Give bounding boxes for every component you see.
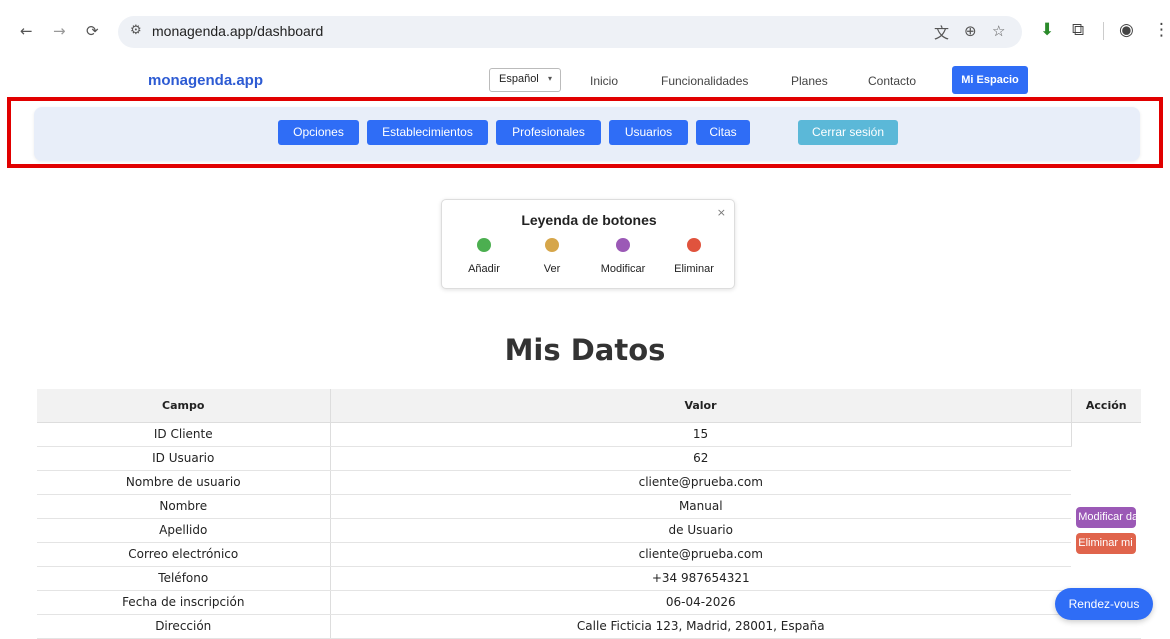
browser-toolbar: ← → ⟳ ⚙ monagenda.app/dashboard 文 ⊕ ☆ ⬇ … bbox=[0, 0, 1170, 62]
nav-link-contacto[interactable]: Contacto bbox=[868, 74, 916, 88]
legend-label: Modificar bbox=[600, 263, 646, 275]
legend-item-delete: Eliminar bbox=[659, 238, 729, 275]
button-legend: Leyenda de botones × Añadir Ver Modifica… bbox=[441, 199, 735, 289]
yellow-dot-icon bbox=[545, 238, 559, 252]
toolbar-divider bbox=[1103, 22, 1104, 40]
table-row: Fecha de inscripción 06-04-2026 bbox=[37, 590, 1141, 615]
value-cell: 62 bbox=[330, 446, 1071, 471]
translate-icon[interactable]: 文 bbox=[934, 22, 949, 43]
back-icon[interactable]: ← bbox=[20, 22, 33, 40]
my-space-button[interactable]: Mi Espacio bbox=[952, 66, 1028, 94]
table-row: Teléfono +34 987654321 bbox=[37, 566, 1141, 591]
field-cell: Fecha de inscripción bbox=[37, 590, 331, 615]
field-cell: Correo electrónico bbox=[37, 542, 331, 567]
menu-icon[interactable]: ⋮ bbox=[1153, 20, 1170, 40]
rendez-vous-button[interactable]: Rendez-vous bbox=[1055, 588, 1153, 620]
nav-link-funcionalidades[interactable]: Funcionalidades bbox=[661, 74, 748, 88]
legend-item-add: Añadir bbox=[449, 238, 519, 275]
value-cell: de Usuario bbox=[330, 518, 1071, 543]
table-header-row: Campo Valor Acción bbox=[37, 389, 1141, 423]
chevron-down-icon: ▾ bbox=[547, 74, 552, 83]
nav-link-inicio[interactable]: Inicio bbox=[590, 74, 618, 88]
highlight-frame bbox=[7, 97, 1163, 168]
value-cell: cliente@prueba.com bbox=[330, 470, 1071, 495]
language-value: Español bbox=[499, 73, 539, 85]
site-header: monagenda.app Español ▾ Inicio Funcional… bbox=[0, 62, 1170, 102]
value-cell: Manual bbox=[330, 494, 1071, 519]
table-row: ID Cliente 15 Modificar datos Eliminar m… bbox=[37, 422, 1160, 639]
table-row: Nombre Manual bbox=[37, 494, 1141, 519]
legend-item-view: Ver bbox=[517, 238, 587, 275]
site-settings-icon[interactable]: ⚙ bbox=[130, 23, 142, 38]
field-cell: ID Cliente bbox=[37, 422, 331, 447]
delete-profile-button[interactable]: Eliminar mi perfil bbox=[1076, 532, 1160, 554]
address-bar[interactable]: ⚙ monagenda.app/dashboard bbox=[118, 16, 1022, 48]
legend-label: Añadir bbox=[468, 263, 500, 275]
red-dot-icon bbox=[687, 238, 701, 252]
table-row: ID Usuario 62 bbox=[37, 446, 1141, 471]
field-cell: Teléfono bbox=[37, 566, 331, 591]
value-cell: 06-04-2026 bbox=[330, 590, 1071, 615]
download-icon[interactable]: ⬇ bbox=[1040, 20, 1054, 40]
forward-icon[interactable]: → bbox=[53, 22, 66, 40]
legend-title: Leyenda de botones bbox=[521, 212, 657, 228]
table-row: Dirección Calle Ficticia 123, Madrid, 28… bbox=[37, 614, 1141, 639]
legend-label: Eliminar bbox=[674, 263, 714, 275]
legend-item-modify: Modificar bbox=[588, 238, 658, 275]
field-cell: Dirección bbox=[37, 614, 331, 639]
modify-data-button[interactable]: Modificar datos bbox=[1076, 506, 1153, 528]
purple-dot-icon bbox=[616, 238, 630, 252]
field-cell: ID Usuario bbox=[37, 446, 331, 471]
language-select[interactable]: Español ▾ bbox=[489, 68, 561, 92]
field-cell: Nombre de usuario bbox=[37, 470, 331, 495]
legend-label: Ver bbox=[543, 263, 561, 275]
reload-icon[interactable]: ⟳ bbox=[86, 22, 99, 40]
page-title: Mis Datos bbox=[504, 333, 666, 367]
extensions-icon[interactable]: ⧉ bbox=[1072, 20, 1084, 40]
profile-icon[interactable]: ◉ bbox=[1119, 20, 1134, 40]
value-cell: Calle Ficticia 123, Madrid, 28001, Españ… bbox=[330, 614, 1071, 639]
value-cell: +34 987654321 bbox=[330, 566, 1071, 591]
column-header-action: Acción bbox=[1071, 389, 1141, 423]
value-cell: cliente@prueba.com bbox=[330, 542, 1071, 567]
column-header-value: Valor bbox=[330, 389, 1072, 423]
table-row: Apellido de Usuario bbox=[37, 518, 1141, 543]
user-data-table: Campo Valor Acción ID Cliente 15 Modific… bbox=[37, 389, 1160, 639]
close-icon[interactable]: × bbox=[717, 206, 726, 219]
zoom-icon[interactable]: ⊕ bbox=[964, 22, 977, 40]
table-row: Correo electrónico cliente@prueba.com bbox=[37, 542, 1141, 567]
field-cell: Apellido bbox=[37, 518, 331, 543]
column-header-field: Campo bbox=[37, 389, 331, 423]
site-logo[interactable]: monagenda.app bbox=[148, 72, 263, 89]
nav-link-planes[interactable]: Planes bbox=[791, 74, 828, 88]
green-dot-icon bbox=[477, 238, 491, 252]
bookmark-star-icon[interactable]: ☆ bbox=[992, 22, 1005, 40]
table-row: Nombre de usuario cliente@prueba.com bbox=[37, 470, 1141, 495]
url-text: monagenda.app/dashboard bbox=[152, 23, 324, 39]
field-cell: Nombre bbox=[37, 494, 331, 519]
value-cell: 15 bbox=[330, 422, 1072, 447]
